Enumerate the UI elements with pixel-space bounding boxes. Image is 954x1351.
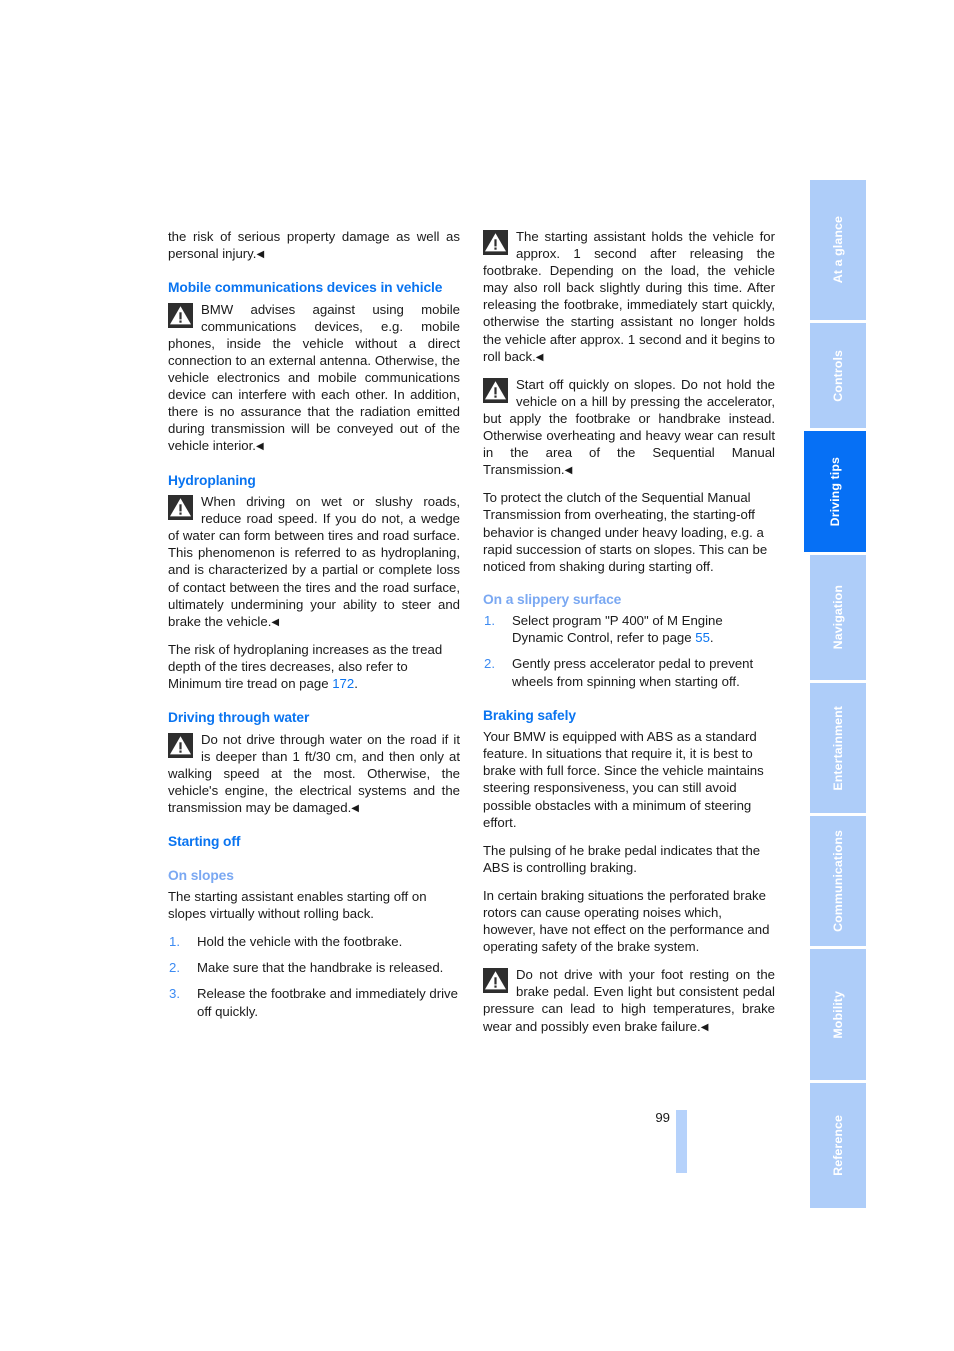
step-text: Gently press accelerator pedal to preven… xyxy=(512,656,754,689)
warning-driving-through-water: Do not drive through water on the road i… xyxy=(168,731,460,815)
warning-hydroplaning: When driving on wet or slushy roads, red… xyxy=(168,494,460,629)
step-number: 3. xyxy=(169,986,180,1002)
tab-navigation[interactable]: Navigation xyxy=(810,555,866,680)
subheading-on-slippery-surface: On a slippery surface xyxy=(483,591,622,607)
paragraph-abs-standard: Your BMW is equipped with ABS as a stand… xyxy=(483,729,764,830)
heading-driving-through-water: Driving through water xyxy=(168,710,310,726)
end-of-warning-icon: ◀ xyxy=(564,465,573,477)
tab-label: Driving tips xyxy=(828,456,842,527)
tab-label: Mobility xyxy=(831,990,845,1039)
page-reference-172[interactable]: 172 xyxy=(332,676,354,691)
carryover-paragraph: the risk of serious property damage as w… xyxy=(168,229,460,262)
heading-braking-safely: Braking safely xyxy=(483,707,576,723)
step-text: Hold the vehicle with the footbrake. xyxy=(197,934,403,950)
right-text-column: The starting assistant holds the vehicle… xyxy=(483,228,775,1046)
tab-label: Navigation xyxy=(831,585,845,650)
warning-triangle-icon xyxy=(483,230,508,255)
page-number-bar xyxy=(676,1110,687,1173)
subheading-on-slopes: On slopes xyxy=(168,867,234,883)
paragraph-perforated-rotors: In certain braking situations the perfor… xyxy=(483,887,770,955)
end-of-warning-icon: ◀ xyxy=(271,616,280,628)
steps-on-slopes: 1. Hold the vehicle with the footbrake. … xyxy=(168,933,460,1019)
end-of-warning-icon: ◀ xyxy=(700,1021,709,1033)
paragraph-clutch-protection: To protect the clutch of the Sequential … xyxy=(483,490,768,574)
tab-mobility[interactable]: Mobility xyxy=(810,949,866,1080)
paragraph-hydroplaning-tread: The risk of hydroplaning increases as th… xyxy=(168,641,443,691)
chapter-tab-rail: At a glance Controls Driving tips Naviga… xyxy=(804,180,866,1208)
left-text-column: the risk of serious property damage as w… xyxy=(168,228,460,1029)
step-number: 2. xyxy=(484,656,495,672)
heading-mobile-communications: Mobile communications devices in vehicle xyxy=(168,280,443,296)
warning-mobile-communications: BMW advises against using mobile communi… xyxy=(168,301,460,454)
end-of-warning-icon: ◀ xyxy=(255,441,264,453)
heading-starting-off: Starting off xyxy=(168,834,241,850)
warning-triangle-icon xyxy=(483,377,508,403)
steps-slippery-surface: 1. Select program "P 400" of M Engine Dy… xyxy=(483,612,775,689)
step-text: Make sure that the handbrake is released… xyxy=(197,960,444,976)
list-item: 2. Gently press accelerator pedal to pre… xyxy=(483,655,775,689)
tab-label: Entertainment xyxy=(831,705,845,791)
tab-label: Controls xyxy=(831,349,845,402)
end-of-warning-icon: ◀ xyxy=(535,351,544,363)
warning-foot-resting-on-pedal: Do not drive with your foot resting on t… xyxy=(483,967,775,1034)
tab-label: At a glance xyxy=(831,216,845,284)
paragraph-starting-assistant-intro: The starting assistant enables starting … xyxy=(168,889,427,922)
heading-hydroplaning: Hydroplaning xyxy=(168,472,256,488)
page-reference-55[interactable]: 55 xyxy=(695,630,710,645)
step-number: 2. xyxy=(169,960,180,976)
list-item: 2. Make sure that the handbrake is relea… xyxy=(168,959,460,976)
warning-triangle-icon xyxy=(168,495,193,521)
tab-driving-tips[interactable]: Driving tips xyxy=(804,431,866,552)
tab-communications[interactable]: Communications xyxy=(810,816,866,946)
tab-at-a-glance[interactable]: At a glance xyxy=(810,180,866,320)
step-text-after-link: . xyxy=(709,630,714,646)
page-number: 99 xyxy=(655,1110,670,1125)
step-number: 1. xyxy=(169,934,180,950)
step-text-before-link: Select program "P 400" of M Engine Dynam… xyxy=(512,613,723,646)
tab-reference[interactable]: Reference xyxy=(810,1083,866,1208)
tab-label: Communications xyxy=(831,830,845,932)
warning-triangle-icon xyxy=(168,302,193,328)
warning-triangle-icon xyxy=(168,732,193,758)
warning-triangle-icon xyxy=(483,968,508,994)
paragraph-pulsing-pedal: The pulsing of he brake pedal indicates … xyxy=(483,842,761,875)
step-text: Release the footbrake and immediately dr… xyxy=(197,986,458,1019)
warning-starting-assistant-hold: The starting assistant holds the vehicle… xyxy=(483,229,775,364)
tab-entertainment[interactable]: Entertainment xyxy=(810,683,866,813)
list-item: 1. Select program "P 400" of M Engine Dy… xyxy=(483,612,775,646)
manual-page: the risk of serious property damage as w… xyxy=(0,0,954,1351)
list-item: 3. Release the footbrake and immediately… xyxy=(168,985,460,1019)
step-number: 1. xyxy=(484,613,495,629)
tab-label: Reference xyxy=(831,1115,845,1176)
tab-controls[interactable]: Controls xyxy=(810,323,866,428)
warning-start-off-quickly: Start off quickly on slopes. Do not hold… xyxy=(483,376,775,478)
end-of-warning-icon: ◀ xyxy=(351,802,359,814)
end-of-warning-icon: ◀ xyxy=(256,249,265,261)
list-item: 1. Hold the vehicle with the footbrake. xyxy=(168,933,460,950)
